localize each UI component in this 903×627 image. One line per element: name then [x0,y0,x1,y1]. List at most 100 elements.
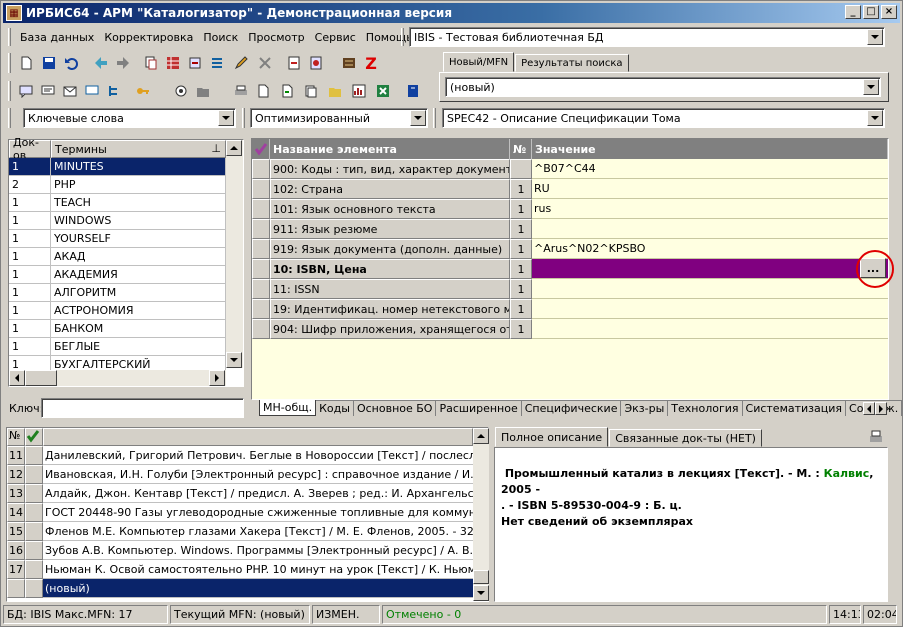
record-row[interactable]: 16 Зубов А.В. Компьютер. Windows. Програм… [7,541,473,560]
field-row[interactable]: 11: ISSN 1 [252,279,888,299]
title-bar[interactable]: ▦ ИРБИС64 - АРМ "Каталогизатор" - Демонс… [3,3,900,23]
record-row[interactable]: 17 Ньюман К. Освой самостоятельно PHP. 10… [7,560,473,579]
record-mark[interactable] [25,522,43,541]
scroll-left-button[interactable] [9,370,25,386]
field-row[interactable]: 919: Язык документа (дополн. данные) 1 ^Ar… [252,239,888,259]
record-mark[interactable] [25,484,43,503]
tab-new-mfn[interactable]: Новый/MFN [443,52,515,72]
col-record-check[interactable] [25,428,43,446]
field-value[interactable]: RU [532,179,888,199]
chart-icon[interactable] [349,81,369,101]
key-input[interactable] [41,398,244,418]
mfn-select-arrow[interactable] [863,79,879,95]
check-column-header[interactable] [252,139,270,159]
message-icon[interactable] [82,81,102,101]
worksheet-tab[interactable]: Технология [668,400,743,416]
field-value[interactable] [532,259,888,279]
record-row[interactable]: 13 Алдайк, Джон. Кентавр [Текст] / предис… [7,484,473,503]
document-icon[interactable] [253,81,273,101]
tab-search-results[interactable]: Результаты поиска [515,54,629,72]
scroll-right-button[interactable] [209,370,225,386]
field-value[interactable] [532,299,888,319]
tab-linked-docs[interactable]: Связанные док-ты (НЕТ) [609,429,762,447]
record-row[interactable]: 15 Фленов М.Е. Компьютер глазами Хакера [… [7,522,473,541]
records-vscroll[interactable] [473,428,489,601]
dictionary-row[interactable]: 1 БЕГЛЫЕ [9,338,226,356]
worksheet-select[interactable]: SPEC42 - Описание Спецификации Тома [442,108,885,128]
excel-icon[interactable] [373,81,393,101]
list-icon[interactable] [207,53,227,73]
new-record-icon[interactable] [16,53,36,73]
hscroll-thumb[interactable] [25,370,57,386]
record-mark[interactable] [25,465,43,484]
field-row[interactable]: 911: Язык резюме 1 [252,219,888,239]
database-select[interactable]: IBIS - Тестовая библиотечная БД [409,27,885,47]
record-row[interactable]: 12 Ивановская, И.Н. Голуби [Электронный р… [7,465,473,484]
export-icon[interactable] [284,53,304,73]
dictionary-row[interactable]: 1 WINDOWS [9,212,226,230]
arrow-right-icon[interactable] [113,53,133,73]
tab-full-description[interactable]: Полное описание [495,427,609,447]
dictionary-hscroll[interactable] [9,370,226,386]
field-row[interactable]: 102: Страна 1 RU [252,179,888,199]
search-mode-arrow[interactable] [218,110,234,126]
grid-icon[interactable] [163,53,183,73]
view-icon[interactable] [171,81,191,101]
dictionary-row[interactable]: 1 АКАД [9,248,226,266]
z-icon[interactable]: Z [361,53,381,73]
menu-view[interactable]: Просмотр [243,31,309,44]
macro-icon[interactable] [339,53,359,73]
printer-icon[interactable] [231,81,251,101]
search-mode-select[interactable]: Ключевые слова [23,108,236,128]
col-terms[interactable]: Термины ⊥ [51,140,226,158]
publisher-link[interactable]: Калвис [824,467,870,480]
record-mark[interactable] [25,446,43,465]
field-row[interactable]: 101: Язык основного текста 1 rus [252,199,888,219]
field-value[interactable]: ^Arus^N02^KPSBO [532,239,888,259]
print-form-icon[interactable] [306,53,326,73]
mail-icon[interactable] [60,81,80,101]
col-record-number[interactable]: № [7,428,25,446]
field-value[interactable] [532,219,888,239]
copy-record-icon[interactable] [141,53,161,73]
worksheet-tab[interactable]: Основное БО [353,400,437,416]
records-scroll-down[interactable] [473,585,489,601]
record-row[interactable]: 11 Данилевский, Григорий Петрович. Беглые… [7,446,473,465]
record-mark[interactable] [25,503,43,522]
dictionary-row[interactable]: 1 АСТРОНОМИЯ [9,302,226,320]
menu-service[interactable]: Сервис [310,31,361,44]
record-row[interactable]: (новый) [7,579,473,598]
worksheet-tab[interactable]: Коды [316,400,354,416]
forward-doc-icon[interactable] [277,81,297,101]
worksheet-tab[interactable]: МН-общ. [259,400,317,416]
field-value[interactable] [532,279,888,299]
comment-icon[interactable] [38,81,58,101]
field-value[interactable]: ^B07^C44 [532,159,888,179]
chat-icon[interactable] [16,81,36,101]
field-row[interactable]: 10: ISBN, Цена 1 [252,259,888,279]
dictionary-row[interactable]: 1 MINUTES [9,158,226,176]
tab-scroll-right[interactable] [875,402,887,415]
database-select-arrow[interactable] [867,29,883,45]
folder-open-icon[interactable] [325,81,345,101]
scroll-up-button[interactable] [226,140,242,156]
worksheet-tab[interactable]: Экз-ры [621,400,669,416]
col-doc-count[interactable]: Док-ов [9,136,51,162]
help-book-icon[interactable] [403,81,423,101]
field-value[interactable] [532,319,888,339]
worksheet-select-arrow[interactable] [867,110,883,126]
folder-icon[interactable] [193,81,213,101]
mfn-select[interactable]: (новый) [445,77,881,97]
dictionary-row[interactable]: 1 БАНКОМ [9,320,226,338]
key-icon[interactable] [133,81,153,101]
dictionary-vscroll[interactable] [226,140,243,368]
tree-icon[interactable] [104,81,124,101]
undo-icon[interactable] [61,53,81,73]
delete-icon[interactable] [255,53,275,73]
records-scroll-up[interactable] [473,428,489,444]
menu-search[interactable]: Поиск [198,31,243,44]
col-value[interactable]: Значение [532,139,888,159]
worksheet-tab[interactable]: Расширенное [436,400,522,416]
worksheet-mode-select[interactable]: Оптимизированный [250,108,428,128]
pages-icon[interactable] [301,81,321,101]
